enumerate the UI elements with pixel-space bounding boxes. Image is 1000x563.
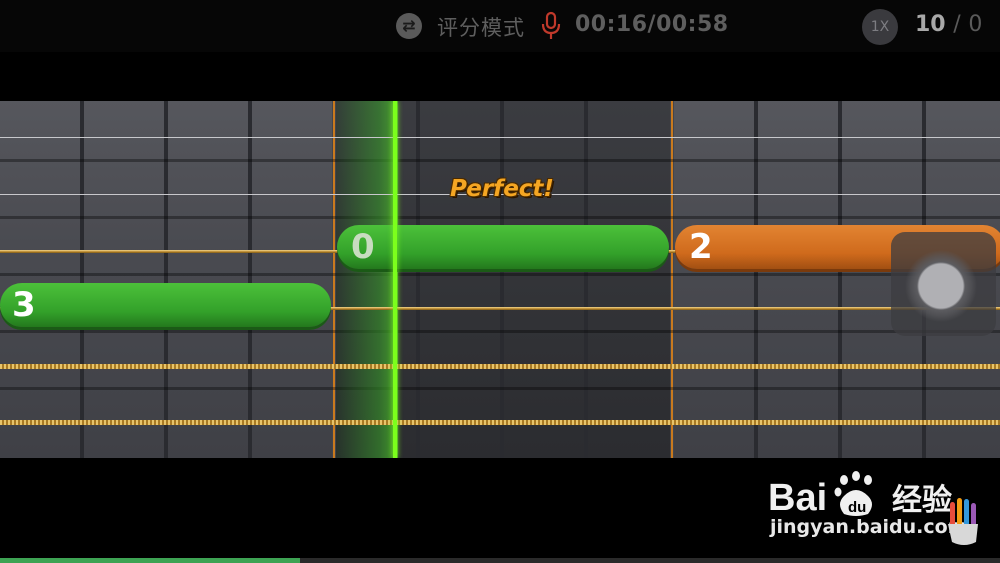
- hand-icon: [948, 498, 978, 545]
- fret-divider: [584, 101, 588, 458]
- section-marker: [333, 101, 335, 458]
- lane-shade: [0, 387, 1000, 390]
- fret-divider: [500, 101, 504, 458]
- note-bar: 3: [0, 283, 331, 327]
- note-fret-number: 3: [12, 285, 36, 325]
- fret-divider: [416, 101, 420, 458]
- fretboard[interactable]: 3 0 2 Perfect!: [0, 101, 1000, 458]
- fret-cell: [84, 101, 164, 458]
- score-counter: 10 / 0: [915, 12, 982, 37]
- top-bar: ⇄ 评分模式 00:16/00:58 1X 10 / 0: [0, 0, 1000, 52]
- fret-divider: [248, 101, 252, 458]
- string-1: [0, 137, 1000, 138]
- fret-cell: [674, 101, 754, 458]
- song-timer: 00:16/00:58: [575, 12, 729, 37]
- fret-cell: [252, 101, 332, 458]
- fret-cell: [420, 101, 500, 458]
- note-fret-number: 0: [351, 227, 375, 267]
- fret-divider: [838, 101, 842, 458]
- lane-shade: [0, 273, 1000, 276]
- fret-cell: [168, 101, 248, 458]
- note-bar: 0: [337, 225, 669, 269]
- score-separator: /: [953, 12, 961, 37]
- score-current: 10: [915, 12, 946, 37]
- playhead-line: [393, 101, 397, 458]
- note-fret-number: 2: [689, 227, 713, 267]
- svg-text:Bai: Bai: [768, 477, 827, 519]
- playhead-glow: [336, 101, 398, 458]
- svg-text:经验: 经验: [892, 483, 952, 518]
- svg-text:du: du: [848, 499, 866, 516]
- watermark-url: jingyan.baidu.com: [770, 516, 968, 538]
- song-progress-bar[interactable]: [0, 558, 1000, 563]
- fret-divider: [80, 101, 84, 458]
- lane-shade: [0, 330, 1000, 333]
- lane-shade: [0, 159, 1000, 162]
- string-6: [0, 420, 1000, 425]
- fret-cell: [504, 101, 584, 458]
- fret-divider: [164, 101, 168, 458]
- fret-divider: [754, 101, 758, 458]
- string-5: [0, 364, 1000, 369]
- microphone-icon[interactable]: [540, 11, 562, 41]
- fret-cell: [588, 101, 670, 458]
- mode-label[interactable]: 评分模式: [437, 12, 525, 42]
- score-total: 0: [968, 12, 983, 37]
- lane-shade: [0, 216, 1000, 219]
- fret-cell: [758, 101, 838, 458]
- fret-cell: [0, 101, 80, 458]
- section-marker: [671, 101, 673, 458]
- hit-feedback: Perfect!: [450, 176, 554, 202]
- speed-button[interactable]: 1X: [862, 9, 898, 45]
- assistive-touch-icon[interactable]: [905, 250, 977, 322]
- song-progress-fill: [0, 558, 300, 563]
- swap-arrows-icon[interactable]: ⇄: [396, 13, 422, 39]
